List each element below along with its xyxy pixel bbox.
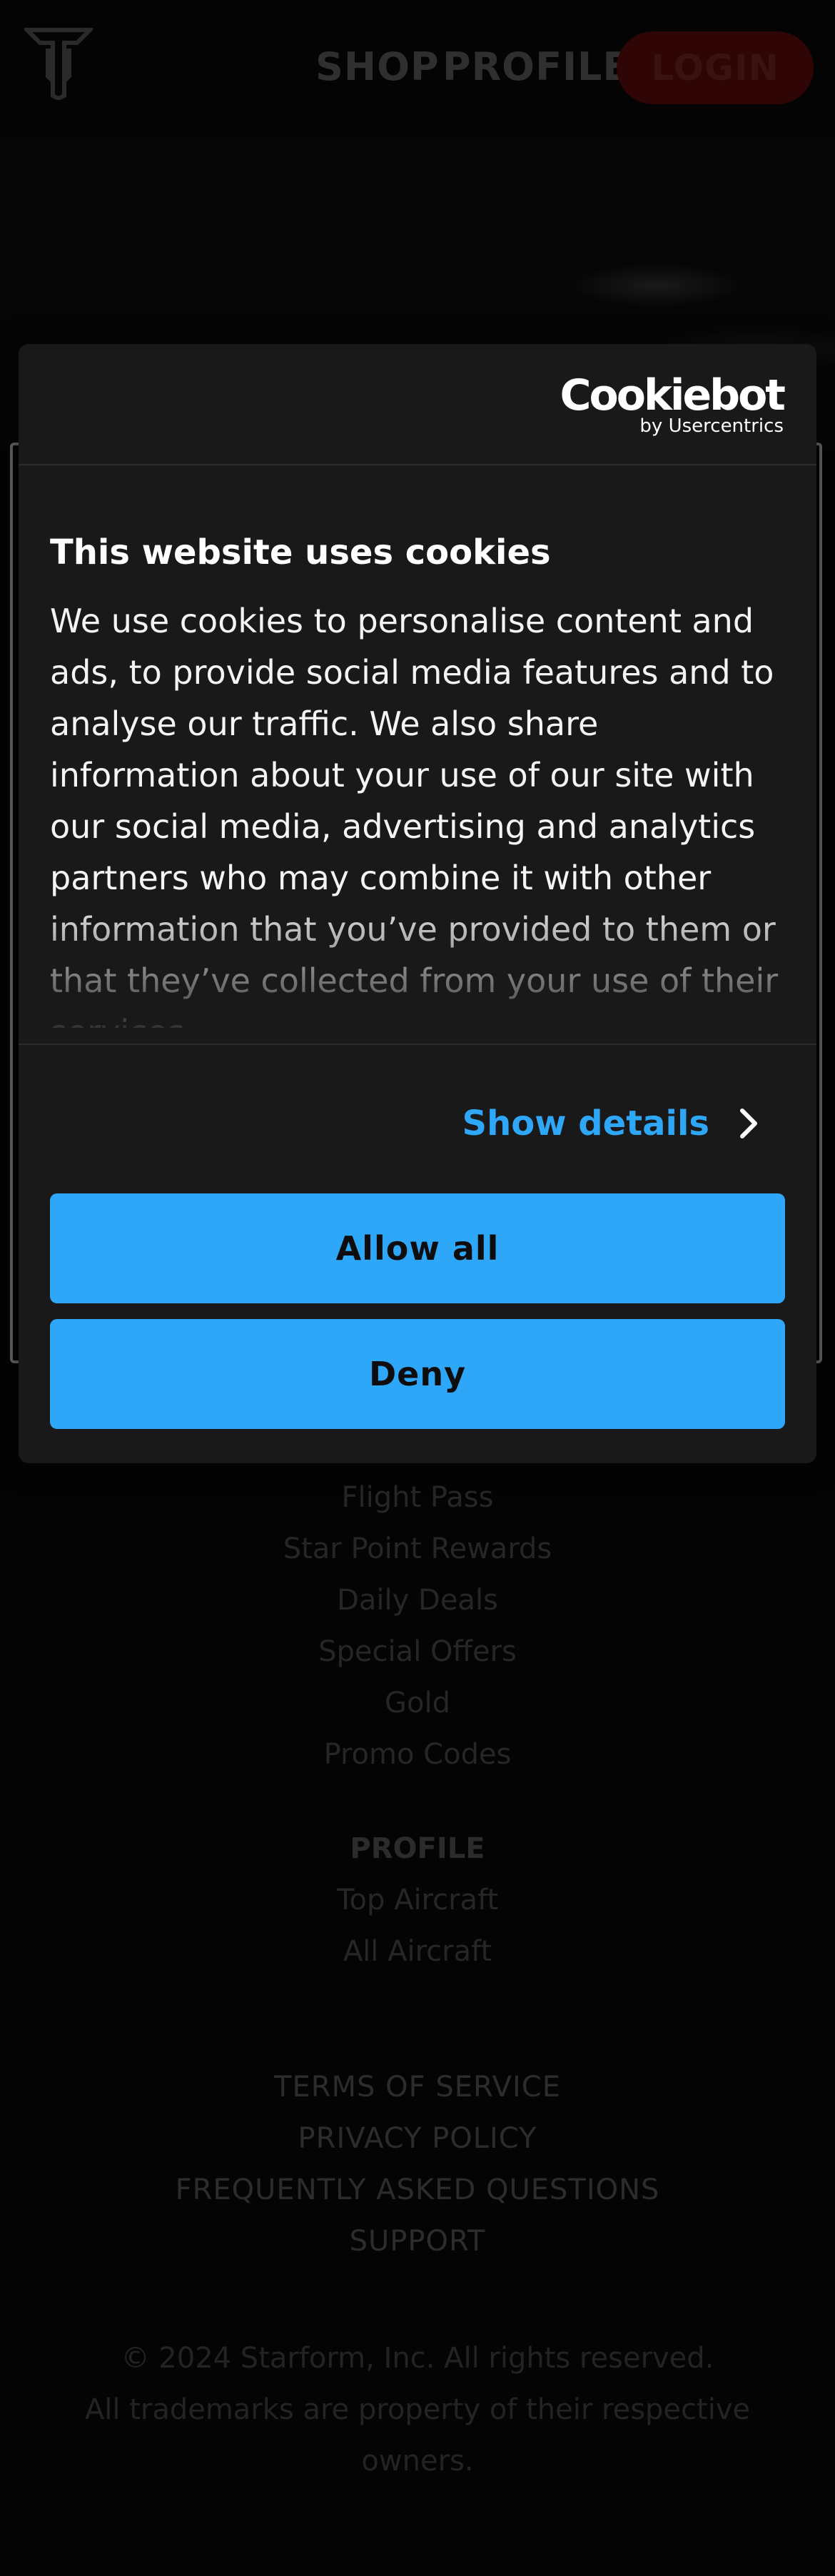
cookie-dialog-title: This website uses cookies — [50, 532, 551, 572]
footer-link-all-aircraft[interactable]: All Aircraft — [0, 1926, 835, 1977]
cookie-text-fade — [50, 892, 792, 1028]
nav-shop-link[interactable]: SHOP — [315, 44, 440, 89]
chevron-right-icon — [740, 1108, 757, 1138]
faq-link[interactable]: FREQUENTLY ASKED QUESTIONS — [0, 2164, 835, 2216]
footer-link-daily-deals[interactable]: Daily Deals — [0, 1575, 835, 1626]
footer-link-special-offers[interactable]: Special Offers — [0, 1626, 835, 1677]
copyright-line-2: All trademarks are property of their res… — [84, 2393, 751, 2426]
cookie-consent-dialog: Cookiebot by Usercentrics This website u… — [19, 344, 816, 1463]
privacy-policy-link[interactable]: PRIVACY POLICY — [0, 2113, 835, 2164]
cookie-text-scroll-area[interactable]: We use cookies to personalise content an… — [50, 595, 792, 1028]
cookie-dialog-divider — [19, 1044, 816, 1045]
copyright-line-3: owners. — [361, 2445, 474, 2477]
footer-profile-heading[interactable]: PROFILE — [0, 1823, 835, 1874]
cookie-dialog-header: Cookiebot by Usercentrics — [19, 344, 816, 465]
cookiebot-logo[interactable]: Cookiebot by Usercentrics — [560, 370, 786, 437]
footer-link-promo-codes[interactable]: Promo Codes — [0, 1729, 835, 1780]
nav-profile-link[interactable]: PROFILE — [442, 44, 629, 89]
starform-logo-icon[interactable] — [24, 27, 93, 100]
footer-link-top-aircraft[interactable]: Top Aircraft — [0, 1874, 835, 1926]
show-details-label: Show details — [462, 1103, 710, 1143]
footer-link-flight-pass[interactable]: Flight Pass — [0, 1472, 835, 1523]
cookiebot-brand-text: Cookiebot — [560, 370, 786, 420]
deny-button[interactable]: Deny — [50, 1319, 785, 1429]
copyright-line-1: © 2024 Starform, Inc. All rights reserve… — [121, 2342, 714, 2375]
footer-link-star-point-rewards[interactable]: Star Point Rewards — [0, 1523, 835, 1575]
site-header: SHOP PROFILE LOGIN — [0, 0, 835, 136]
footer-legal-links: TERMS OF SERVICE PRIVACY POLICY FREQUENT… — [0, 2061, 835, 2267]
footer-shop-links: Flight Pass Star Point Rewards Daily Dea… — [0, 1472, 835, 1780]
support-link[interactable]: SUPPORT — [0, 2216, 835, 2267]
show-details-button[interactable]: Show details — [462, 1095, 760, 1152]
footer-copyright: © 2024 Starform, Inc. All rights reserve… — [0, 2333, 835, 2487]
allow-all-button[interactable]: Allow all — [50, 1193, 785, 1303]
login-button[interactable]: LOGIN — [617, 31, 814, 104]
footer-profile-links: PROFILE Top Aircraft All Aircraft — [0, 1823, 835, 1977]
terms-of-service-link[interactable]: TERMS OF SERVICE — [0, 2061, 835, 2113]
footer-link-gold[interactable]: Gold — [0, 1677, 835, 1729]
